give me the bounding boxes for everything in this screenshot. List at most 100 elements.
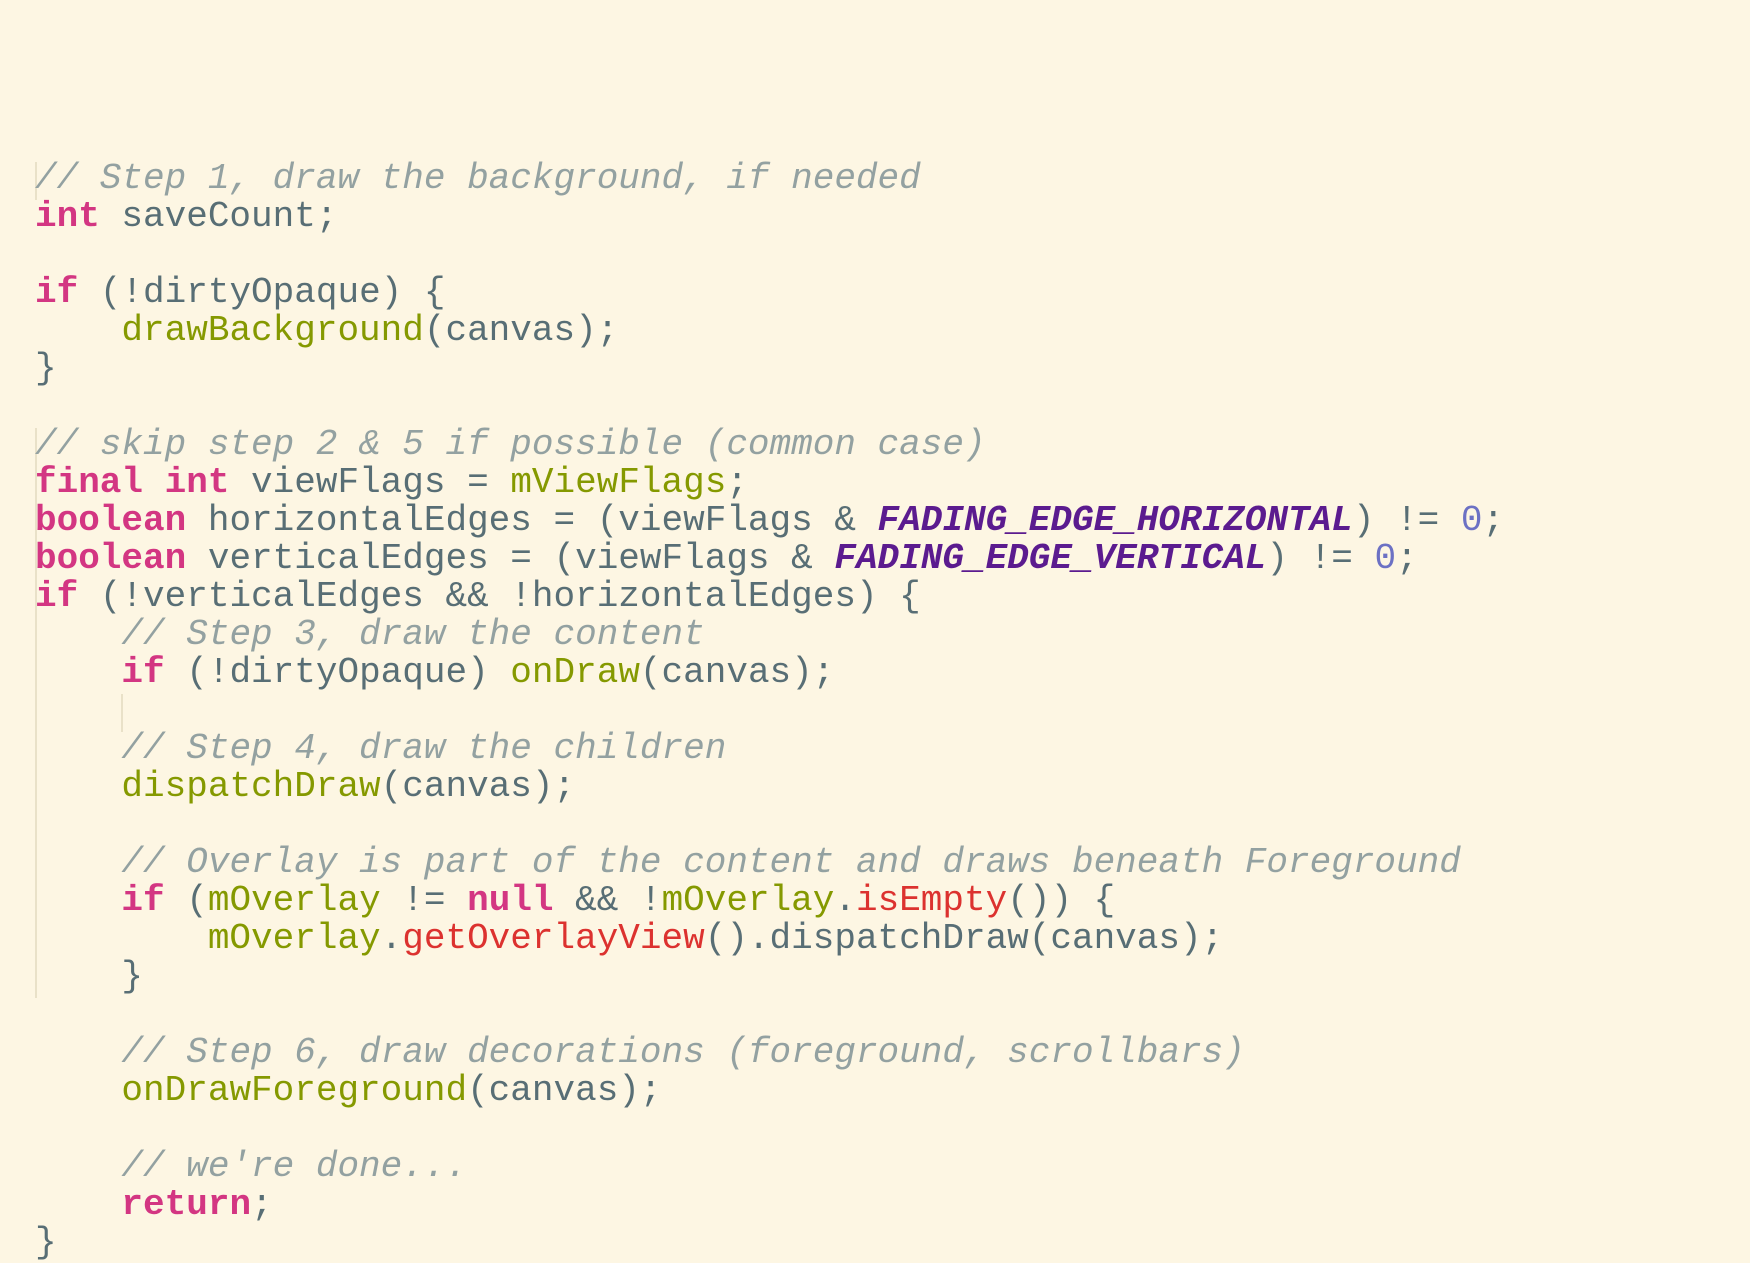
variable-token: mOverlay — [207, 918, 381, 959]
code-line[interactable]: if (!dirtyOpaque) onDraw(canvas); — [35, 654, 1504, 692]
code-line[interactable]: // Step 6, draw decorations (foreground,… — [35, 1034, 1504, 1072]
variable-token: mOverlay — [207, 880, 381, 921]
code-line[interactable]: return; — [35, 1186, 1504, 1224]
keyword-token: int — [164, 462, 230, 503]
keyword-token: if — [35, 576, 79, 617]
text-token: ; — [251, 1184, 273, 1225]
code-line[interactable]: dispatchDraw(canvas); — [35, 768, 1504, 806]
keyword-token: boolean — [35, 500, 187, 541]
keyword-token: if — [35, 272, 79, 313]
code-line[interactable]: // Step 4, draw the children — [35, 730, 1504, 768]
text-token: . — [834, 880, 856, 921]
comment-token: // Step 3, draw the content — [121, 614, 705, 655]
text-token: (!dirtyOpaque) — [164, 652, 511, 693]
text-token: (canvas); — [380, 766, 576, 807]
code-line[interactable]: onDrawForeground(canvas); — [35, 1072, 1504, 1110]
text-token: ()) { — [1007, 880, 1116, 921]
constant-token: FADING_EDGE_VERTICAL — [834, 538, 1267, 579]
code-editor[interactable]: // Step 1, draw the background, if neede… — [35, 8, 1504, 1262]
keyword-token: boolean — [35, 538, 187, 579]
code-line[interactable]: final int viewFlags = mViewFlags; — [35, 464, 1504, 502]
text-token: ; — [1482, 500, 1505, 541]
text-token: != — [380, 880, 468, 921]
text-token: . — [380, 918, 403, 959]
code-line[interactable] — [35, 996, 1504, 1034]
text-token: ; — [726, 462, 748, 503]
code-line[interactable]: // Step 1, draw the background, if neede… — [35, 160, 1504, 198]
code-line[interactable]: drawBackground(canvas); — [35, 312, 1504, 350]
text-token: verticalEdges = (viewFlags & — [186, 538, 835, 579]
code-line[interactable]: if (!dirtyOpaque) { — [35, 274, 1504, 312]
variable-token: mViewFlags — [510, 462, 727, 503]
code-line[interactable]: } — [35, 350, 1504, 388]
code-line[interactable]: boolean horizontalEdges = (viewFlags & F… — [35, 502, 1504, 540]
code-line[interactable]: // we're done... — [35, 1148, 1504, 1186]
code-line[interactable]: // Overlay is part of the content and dr… — [35, 844, 1504, 882]
text-token: } — [35, 348, 57, 389]
number-token: 0 — [1460, 500, 1483, 541]
code-line[interactable]: boolean verticalEdges = (viewFlags & FAD… — [35, 540, 1504, 578]
text-token: (canvas); — [639, 652, 835, 693]
comment-token: // we're done... — [121, 1146, 468, 1187]
code-line[interactable] — [35, 236, 1504, 274]
keyword-token: if — [121, 652, 165, 693]
code-line[interactable]: // Step 3, draw the content — [35, 616, 1504, 654]
keyword-token: int — [35, 196, 100, 237]
code-line[interactable] — [35, 388, 1504, 426]
keyword-token: final — [35, 462, 144, 503]
comment-token: // Step 4, draw the children — [121, 728, 727, 769]
variable-token: mOverlay — [661, 880, 835, 921]
text-token: } — [35, 956, 144, 997]
text-token: && ! — [553, 880, 662, 921]
text-token: saveCount; — [99, 196, 338, 237]
function-token: dispatchDraw — [121, 766, 381, 807]
function-token: onDrawForeground — [121, 1070, 468, 1111]
text-token: horizontalEdges = (viewFlags & — [186, 500, 878, 541]
code-line[interactable]: } — [35, 1224, 1504, 1262]
code-line[interactable]: if (!verticalEdges && !horizontalEdges) … — [35, 578, 1504, 616]
function-token: drawBackground — [121, 310, 424, 351]
code-line[interactable] — [35, 806, 1504, 844]
number-token: 0 — [1374, 538, 1397, 579]
text-token: (canvas); — [467, 1070, 662, 1111]
code-line[interactable]: // skip step 2 & 5 if possible (common c… — [35, 426, 1504, 464]
code-line[interactable] — [35, 692, 1504, 730]
code-line[interactable]: if (mOverlay != null && !mOverlay.isEmpt… — [35, 882, 1504, 920]
text-token: (!verticalEdges && !horizontalEdges) { — [78, 576, 921, 617]
method-token: isEmpty — [856, 880, 1008, 921]
text-token: ) != — [1352, 500, 1461, 541]
text-token: (!dirtyOpaque) { — [78, 272, 446, 313]
text-token: ; — [1396, 538, 1418, 579]
code-line[interactable]: int saveCount; — [35, 198, 1504, 236]
comment-token: // Step 6, draw decorations (foreground,… — [121, 1032, 1245, 1073]
comment-token: // skip step 2 & 5 if possible (common c… — [35, 424, 986, 465]
comment-token: // Step 1, draw the background, if neede… — [35, 158, 921, 199]
code-line[interactable] — [35, 1110, 1504, 1148]
text-token: (canvas); — [423, 310, 619, 351]
constant-token: FADING_EDGE_HORIZONTAL — [877, 500, 1353, 541]
keyword-token: return — [121, 1184, 252, 1225]
comment-token: // Overlay is part of the content and dr… — [121, 842, 1461, 883]
text-token: } — [35, 1222, 57, 1263]
function-token: onDraw — [510, 652, 640, 693]
code-line[interactable]: } — [35, 958, 1504, 996]
code-line[interactable]: mOverlay.getOverlayView().dispatchDraw(c… — [35, 920, 1504, 958]
text-token: ) != — [1266, 538, 1375, 579]
keyword-token: if — [121, 880, 165, 921]
text-token: viewFlags = — [229, 462, 511, 503]
method-token: getOverlayView — [402, 918, 705, 959]
text-token: ().dispatchDraw(canvas); — [704, 918, 1224, 959]
